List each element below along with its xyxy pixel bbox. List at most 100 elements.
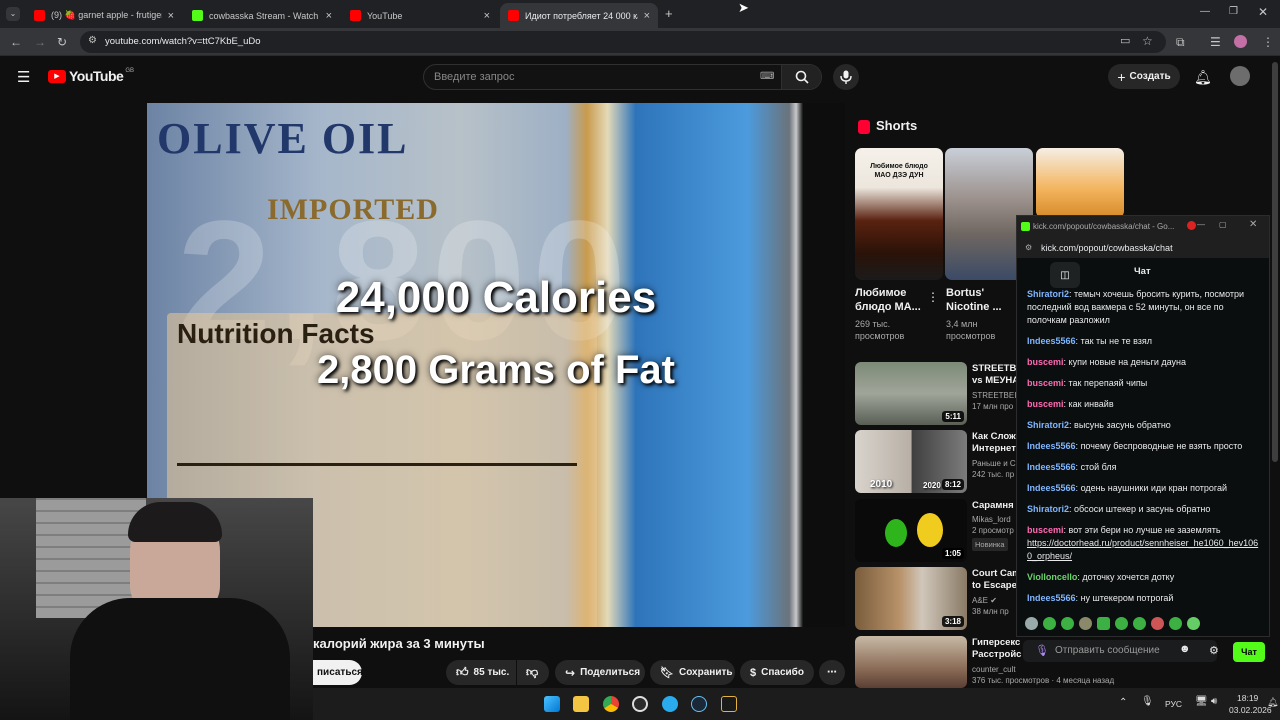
close-tab-icon[interactable]: × [484,10,490,22]
popup-address-bar[interactable]: ⚙ kick.com/popout/cowbasska/chat [1017,238,1269,258]
emote-icon[interactable] [1187,617,1200,630]
emote-icon[interactable] [1061,617,1074,630]
emote-icon[interactable] [1151,617,1164,630]
volume-icon[interactable]: 🔊︎ [1211,697,1217,707]
emote-icon[interactable] [1097,617,1110,630]
forward-icon[interactable]: → [34,36,46,48]
chat-username[interactable]: Indees5566 [1027,483,1076,493]
emote-icon[interactable] [1169,617,1182,630]
chat-username[interactable]: Indees5566 [1027,462,1076,472]
popup-close-icon[interactable]: ✕ [1249,219,1257,230]
steam-icon[interactable] [691,696,707,712]
chat-username[interactable]: buscemi [1027,525,1064,535]
app-icon[interactable] [721,696,737,712]
search-button[interactable] [781,65,821,89]
extensions-icon[interactable]: ⧉ [1176,36,1185,48]
back-icon[interactable]: ← [10,36,22,48]
search-bar[interactable]: Введите запрос ⌨ [423,64,822,90]
chat-username[interactable]: Shiratori2 [1027,504,1069,514]
notifications-bell-icon[interactable]: 🔔︎ [1194,70,1212,84]
network-icon[interactable]: 🖥︎ [1195,697,1208,707]
chat-username[interactable]: Shiratori2 [1027,289,1069,299]
more-menu-icon[interactable]: ⋮ [1262,36,1274,48]
recommended-thumbnail-1[interactable]: 5:11 [855,362,967,425]
restore-icon[interactable]: ❐ [1229,7,1238,17]
tab-cowbasska-stream[interactable]: cowbasska Stream - Watch Live × [184,3,340,28]
account-avatar[interactable] [1230,66,1250,86]
file-explorer-icon[interactable] [573,696,589,712]
share-button[interactable]: ↪ Поделиться [555,660,645,685]
hamburger-menu-icon[interactable]: ☰ [17,70,30,85]
emote-icon[interactable] [1079,617,1092,630]
chat-username[interactable]: Indees5566 [1027,593,1076,603]
save-button[interactable]: 🔖︎ Сохранить [650,660,735,685]
thanks-button[interactable]: $ Спасибо [740,660,814,685]
minimize-icon[interactable]: — [1200,7,1210,17]
recommended-title-3[interactable]: Сарамня [972,500,1014,512]
chat-username[interactable]: Indees5566 [1027,441,1076,451]
address-bar[interactable]: ⚙ youtube.com/watch?v=ttC7KbE_uDo ▭ ☆ [80,31,1166,53]
short-title-2[interactable]: Bortus' Nicotine ... [946,286,1002,314]
recommended-thumbnail-3[interactable]: 1:05 [855,499,967,562]
chat-input[interactable]: 🎙︎ Отправить сообщение ☻ [1023,640,1217,662]
emote-icon[interactable] [1025,617,1038,630]
recommended-thumbnail-4[interactable]: 3:18 [855,567,967,630]
new-tab-button[interactable]: + [665,7,673,20]
chat-link[interactable]: https://doctorhead.ru/product/sennheiser… [1027,538,1258,561]
like-button[interactable]: 👍︎ 85 тыс. [446,660,516,685]
subscribe-button[interactable]: писаться [313,660,363,685]
chat-settings-icon[interactable]: ⚙ [1209,644,1219,657]
bookmark-star-icon[interactable]: ☆ [1142,35,1153,47]
short-thumbnail-3[interactable] [1036,148,1124,218]
popup-minimize-icon[interactable]: — [1197,220,1205,229]
emote-icon[interactable] [1133,617,1146,630]
popup-maximize-icon[interactable]: ▢ [1219,220,1227,229]
close-tab-icon[interactable]: × [168,10,174,22]
clock-time[interactable]: 18:19 [1237,693,1258,703]
language-indicator[interactable]: РУС [1165,699,1182,709]
obs-icon[interactable] [632,696,648,712]
profile-avatar-icon[interactable] [1234,35,1247,48]
site-info-icon[interactable]: ⚙ [88,36,97,46]
reload-icon[interactable]: ↻ [57,36,67,48]
chat-username[interactable]: Violloncello [1027,572,1077,582]
short-menu-icon[interactable]: ⋮ [927,291,939,303]
site-info-icon[interactable]: ⚙ [1025,243,1032,252]
youtube-logo[interactable]: ▶ YouTube GB [48,68,134,84]
chat-send-button[interactable]: Чат [1233,642,1265,662]
tab-garnet-apple[interactable]: (9) 🍓 garnet apple - frutiger a × [26,3,182,28]
short-title-1[interactable]: Любимое блюдо МА... [855,286,921,314]
page-scrollbar[interactable] [1272,62,1278,462]
close-window-icon[interactable]: ✕ [1258,6,1268,18]
reading-list-icon[interactable]: ☰ [1210,36,1221,48]
windows-start-icon[interactable] [544,696,560,712]
clock-date[interactable]: 03.02.2026 [1229,705,1272,715]
chrome-icon[interactable] [603,696,619,712]
chat-username[interactable]: Indees5566 [1027,336,1076,346]
chat-username[interactable]: buscemi [1027,357,1064,367]
search-input[interactable]: Введите запрос [434,71,514,83]
voice-search-button[interactable] [833,64,859,90]
tab-active-video[interactable]: Идиот потребляет 24 000 кал × [500,3,658,28]
create-button[interactable]: + Создать [1108,64,1180,89]
tab-youtube[interactable]: YouTube × [342,3,498,28]
chat-tab[interactable]: Чат [1134,266,1151,277]
chat-username[interactable]: Shiratori2 [1027,420,1069,430]
more-actions-button[interactable]: ⋯ [819,660,845,685]
tray-chevron-icon[interactable]: ⌃ [1119,698,1127,708]
chat-username[interactable]: buscemi [1027,378,1064,388]
microphone-icon[interactable]: 🎙︎ [1035,644,1049,657]
tray-mic-icon[interactable]: 🎙︎ [1141,697,1154,707]
recommended-title-5[interactable]: Гиперсекс Расстройс [972,637,1021,661]
recommended-title-2[interactable]: Как Слож Интернет- [972,431,1019,455]
notification-bell-icon[interactable]: 🔔︎ [1267,698,1278,707]
recommended-title-4[interactable]: Court Cam to Escape [972,568,1021,592]
cast-icon[interactable]: ▭ [1120,36,1130,47]
emote-icon[interactable] [1115,617,1128,630]
short-thumbnail-1[interactable]: Любимое блюдо МАО ДЗЭ ДУН [855,148,943,280]
dislike-button[interactable]: 👎︎ [517,660,549,685]
close-tab-icon[interactable]: × [644,10,650,22]
keyboard-icon[interactable]: ⌨ [760,72,774,82]
emoji-icon[interactable]: ☻ [1179,643,1191,655]
recommended-thumbnail-2[interactable]: 2010 2020 8:12 [855,430,967,493]
